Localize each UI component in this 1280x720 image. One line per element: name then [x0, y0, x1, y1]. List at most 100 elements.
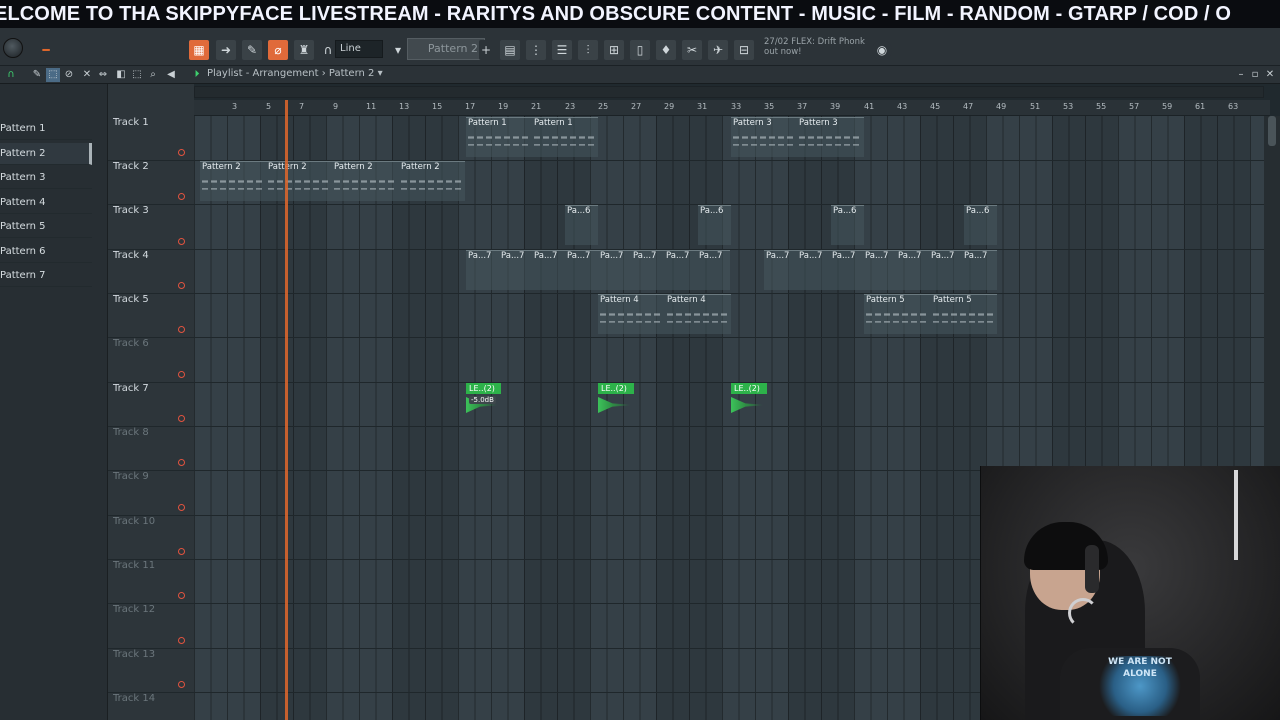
- playlist-icon[interactable]: ▤: [500, 40, 520, 60]
- scrollbar-thumb[interactable]: [1268, 116, 1276, 146]
- pattern-clip[interactable]: Pattern 5: [864, 294, 931, 334]
- plugin-icon[interactable]: ♦: [656, 40, 676, 60]
- track-label-8[interactable]: Track 8: [113, 427, 149, 438]
- pattern-item-6[interactable]: Pattern 6: [0, 241, 92, 263]
- pattern-clip[interactable]: Pattern 2: [266, 161, 332, 201]
- select-tool-icon[interactable]: ⬚: [46, 68, 60, 82]
- pattern-clip[interactable]: Pa...7: [764, 250, 797, 290]
- pattern-item-5[interactable]: Pattern 5: [0, 216, 92, 238]
- track-mute-dot[interactable]: [178, 592, 185, 599]
- slip-icon[interactable]: ⇔: [96, 68, 110, 82]
- pattern-clip[interactable]: Pa...7: [863, 250, 896, 290]
- pattern-item-2[interactable]: Pattern 2: [0, 143, 92, 165]
- track-mute-dot[interactable]: [178, 193, 185, 200]
- track-label-1[interactable]: Track 1: [113, 117, 149, 128]
- track-mute-dot[interactable]: [178, 637, 185, 644]
- pattern-clip[interactable]: Pattern 1: [532, 117, 598, 157]
- pattern-clip[interactable]: Pa...7: [565, 250, 598, 290]
- add-pattern-button[interactable]: +: [479, 40, 493, 60]
- pencil-icon[interactable]: ✎: [30, 68, 44, 82]
- pattern-clip[interactable]: Pattern 1: [466, 117, 532, 157]
- pattern-clip[interactable]: Pattern 3: [731, 117, 797, 157]
- track-label-6[interactable]: Track 6: [113, 338, 149, 349]
- play-pattern-icon[interactable]: ⏵: [190, 68, 204, 82]
- pattern-clip[interactable]: Pattern 2: [200, 161, 266, 201]
- track-label-13[interactable]: Track 13: [113, 649, 155, 660]
- news-panel[interactable]: 27/02 FLEX: Drift Phonk out now!: [764, 37, 884, 57]
- horizontal-scrollbar[interactable]: [194, 86, 1264, 98]
- pattern-clip[interactable]: Pa...7: [664, 250, 697, 290]
- track-mute-dot[interactable]: [178, 681, 185, 688]
- pattern-clip[interactable]: Pa...6: [831, 205, 864, 245]
- audio-clip[interactable]: LE..(2): [731, 383, 767, 419]
- track-label-5[interactable]: Track 5: [113, 294, 149, 305]
- playback-icon[interactable]: ◀: [164, 68, 178, 82]
- playhead[interactable]: [285, 100, 288, 720]
- track-label-7[interactable]: Track 7: [113, 383, 149, 394]
- track-mute-dot[interactable]: [178, 459, 185, 466]
- track-mute-dot[interactable]: [178, 238, 185, 245]
- shop-icon[interactable]: ⊟: [734, 40, 754, 60]
- track-mute-dot[interactable]: [178, 415, 185, 422]
- pattern-clip[interactable]: Pa...7: [598, 250, 631, 290]
- arrow-right-icon[interactable]: ➜: [216, 40, 236, 60]
- track-label-2[interactable]: Track 2: [113, 161, 149, 172]
- pattern-clip[interactable]: Pa...7: [830, 250, 863, 290]
- audio-clip[interactable]: LE..(2): [598, 383, 634, 419]
- pattern-item-7[interactable]: Pattern 7: [0, 265, 92, 287]
- magnet-link-icon[interactable]: ⌀: [268, 40, 288, 60]
- track-mute-dot[interactable]: [178, 326, 185, 333]
- delete-icon[interactable]: ⊘: [62, 68, 76, 82]
- minimize-icon[interactable]: –: [1234, 68, 1248, 82]
- brush-icon[interactable]: ✎: [242, 40, 262, 60]
- slice-icon[interactable]: ◧: [114, 68, 128, 82]
- browser-icon[interactable]: ⊞: [604, 40, 624, 60]
- pattern-item-3[interactable]: Pattern 3: [0, 167, 92, 189]
- close-icon[interactable]: ✕: [1263, 68, 1277, 82]
- track-mute-dot[interactable]: [178, 371, 185, 378]
- track-label-4[interactable]: Track 4: [113, 250, 149, 261]
- pattern-clip[interactable]: Pa...7: [929, 250, 962, 290]
- track-mute-dot[interactable]: [178, 504, 185, 511]
- pattern-clip[interactable]: Pa...7: [962, 250, 997, 290]
- pattern-clip[interactable]: Pa...7: [896, 250, 929, 290]
- track-mute-dot[interactable]: [178, 149, 185, 156]
- mute-icon[interactable]: ✕: [80, 68, 94, 82]
- master-volume-knob[interactable]: [3, 38, 23, 58]
- send-icon[interactable]: ✈: [708, 40, 728, 60]
- track-label-12[interactable]: Track 12: [113, 604, 155, 615]
- pattern-clip[interactable]: Pa...7: [797, 250, 830, 290]
- pattern-clip[interactable]: Pattern 2: [399, 161, 465, 201]
- pattern-clip[interactable]: Pa...7: [631, 250, 664, 290]
- pattern-clip[interactable]: Pa...7: [697, 250, 730, 290]
- vertical-scrollbar[interactable]: [1264, 116, 1280, 466]
- file-icon[interactable]: ▯: [630, 40, 650, 60]
- tempo-slider-icon[interactable]: ━: [38, 40, 54, 60]
- channel-rack-icon[interactable]: ⋮: [526, 40, 546, 60]
- pattern-clip[interactable]: Pa...6: [565, 205, 598, 245]
- tools-icon[interactable]: ✂: [682, 40, 702, 60]
- track-mute-dot[interactable]: [178, 282, 185, 289]
- piano-roll-icon[interactable]: ▦: [189, 40, 209, 60]
- pattern-selector[interactable]: Pattern 2: [407, 38, 485, 60]
- maximize-icon[interactable]: ▫: [1248, 68, 1262, 82]
- snap-select[interactable]: Line: [335, 40, 383, 58]
- pattern-clip[interactable]: Pa...7: [466, 250, 499, 290]
- pattern-clip[interactable]: Pa...6: [964, 205, 997, 245]
- audio-clip[interactable]: LE..(2) -5.0dB: [466, 383, 501, 419]
- track-label-10[interactable]: Track 10: [113, 516, 155, 527]
- faders-icon[interactable]: ⫶: [578, 40, 598, 60]
- pattern-clip[interactable]: Pa...7: [532, 250, 565, 290]
- pattern-clip[interactable]: Pattern 2: [332, 161, 399, 201]
- pattern-clip[interactable]: Pa...6: [698, 205, 731, 245]
- track-label-9[interactable]: Track 9: [113, 471, 149, 482]
- pattern-item-4[interactable]: Pattern 4: [0, 192, 92, 214]
- pattern-clip[interactable]: Pattern 4: [665, 294, 731, 334]
- mixer-icon[interactable]: ☰: [552, 40, 572, 60]
- pattern-clip[interactable]: Pattern 5: [931, 294, 997, 334]
- track-label-11[interactable]: Track 11: [113, 560, 155, 571]
- marquee-icon[interactable]: ⬚: [130, 68, 144, 82]
- metronome-icon[interactable]: ♜: [294, 40, 314, 60]
- pattern-item-1[interactable]: Pattern 1: [0, 118, 92, 140]
- headphone-icon[interactable]: ∩: [4, 68, 18, 82]
